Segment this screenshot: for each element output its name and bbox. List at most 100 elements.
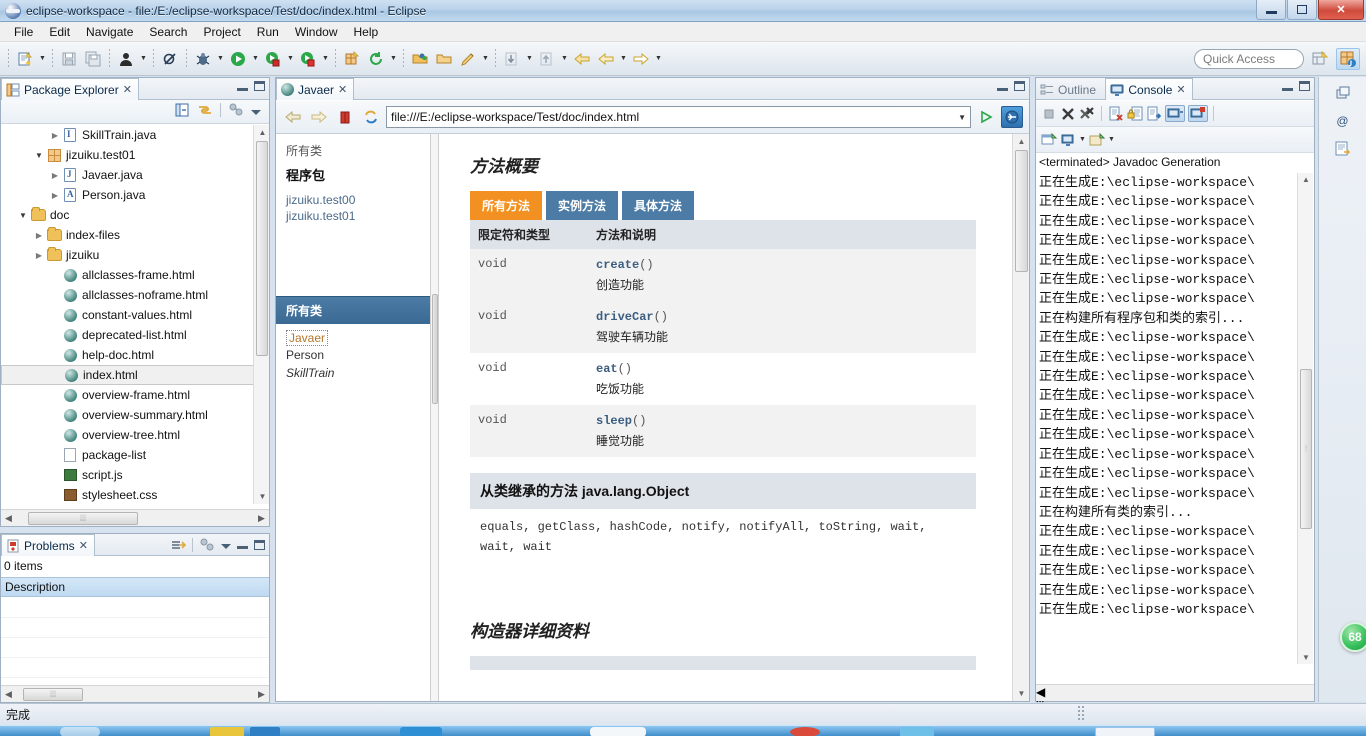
scroll-down-arrow-icon[interactable]: ▼	[1015, 688, 1028, 699]
focus-on-selection-icon[interactable]	[170, 538, 186, 552]
taskbar-item-icon[interactable]	[250, 727, 280, 736]
tree-item-index-html[interactable]: index.html	[1, 365, 269, 385]
minimize-button[interactable]	[1256, 0, 1286, 20]
chevron-down-icon[interactable]: ▼	[958, 113, 966, 122]
menu-item-window[interactable]: Window	[287, 23, 346, 41]
tree-item-person-java[interactable]: ▶ A Person.java	[1, 185, 269, 205]
java-perspective-icon[interactable]	[1336, 48, 1360, 70]
restore-outline-icon[interactable]	[1330, 81, 1356, 105]
open-external-browser-icon[interactable]	[1001, 106, 1023, 128]
method-name-link[interactable]: create	[596, 258, 639, 272]
user-dropdown-icon[interactable]: ▼	[138, 48, 149, 70]
quick-access-input[interactable]: Quick Access	[1194, 49, 1304, 69]
maximize-icon[interactable]	[254, 81, 265, 91]
open-perspective-icon[interactable]	[1308, 48, 1332, 70]
chevron-down-icon[interactable]: ▼	[17, 205, 29, 225]
tree-item-jizuiku-test01[interactable]: ▼ jizuiku.test01	[1, 145, 269, 165]
tree-item-overview-summary-html[interactable]: overview-summary.html	[1, 405, 269, 425]
taskbar-item-icon[interactable]	[790, 727, 820, 736]
package-explorer-tree[interactable]: ▶ I SkillTrain.java ▼ jizuiku.test01 ▶ J Javaer…	[1, 125, 269, 504]
taskbar-start-icon[interactable]	[60, 727, 100, 736]
menu-item-run[interactable]: Run	[249, 23, 287, 41]
chevron-right-icon[interactable]: ▶	[49, 185, 61, 205]
view-menu-icon[interactable]	[221, 544, 231, 549]
coverage-icon[interactable]	[297, 48, 319, 70]
maximize-icon[interactable]	[254, 539, 265, 550]
external-tools-dropdown-icon[interactable]: ▼	[285, 48, 296, 70]
close-icon[interactable]: ✕	[1176, 83, 1185, 96]
chevron-right-icon[interactable]: ▶	[49, 125, 61, 145]
search-pencil-icon[interactable]	[457, 48, 479, 70]
show-console-on-output-icon[interactable]	[1146, 106, 1162, 122]
method-name-link[interactable]: sleep	[596, 414, 632, 428]
close-icon[interactable]: ✕	[79, 539, 88, 552]
link-with-editor-icon[interactable]	[197, 102, 213, 118]
forward-history-icon[interactable]	[595, 48, 617, 70]
forward-icon[interactable]	[630, 48, 652, 70]
url-input[interactable]: file:///E:/eclipse-workspace/Test/doc/in…	[386, 106, 971, 128]
javadoc-package-link[interactable]: jizuiku.test00	[276, 192, 430, 208]
at-sign-icon[interactable]: @	[1330, 109, 1356, 133]
display-selected-console-icon[interactable]	[1188, 105, 1208, 122]
new-console-view-icon[interactable]	[1041, 132, 1057, 148]
terminate-icon[interactable]	[1041, 106, 1057, 122]
run-icon[interactable]	[227, 48, 249, 70]
tree-item-skilltrain-java[interactable]: ▶ I SkillTrain.java	[1, 125, 269, 145]
tree-item-doc[interactable]: ▼ doc	[1, 205, 269, 225]
tab-concrete-methods[interactable]: 具体方法	[622, 191, 695, 220]
maximize-icon[interactable]	[1014, 81, 1025, 91]
close-button[interactable]: ✕	[1318, 0, 1364, 20]
menu-item-navigate[interactable]: Navigate	[78, 23, 141, 41]
scroll-down-arrow-icon[interactable]: ▼	[257, 491, 268, 502]
maximize-icon[interactable]	[1299, 81, 1310, 91]
new-wizard-dropdown-icon[interactable]: ▼	[37, 48, 48, 70]
tree-item-allclasses-frame-html[interactable]: allclasses-frame.html	[1, 265, 269, 285]
stop-icon[interactable]	[334, 106, 356, 128]
collapse-all-icon[interactable]	[174, 102, 190, 118]
method-name-link[interactable]: driveCar	[596, 310, 654, 324]
new-wizard-icon[interactable]	[14, 48, 36, 70]
vscroll-thumb[interactable]	[256, 141, 268, 356]
pencil-dropdown-icon[interactable]: ▼	[480, 48, 491, 70]
javadoc-class-link-javaer[interactable]: Javaer	[286, 330, 329, 346]
tab-problems[interactable]: Problems ✕	[1, 534, 95, 556]
taskbar-item-icon[interactable]	[1095, 727, 1155, 736]
vscroll-thumb[interactable]: ⦙	[1300, 369, 1312, 529]
minimize-icon[interactable]	[1282, 87, 1293, 91]
menu-item-help[interactable]: Help	[346, 23, 387, 41]
back-icon[interactable]	[571, 48, 593, 70]
forward-icon[interactable]	[308, 106, 330, 128]
chevron-down-icon[interactable]: ▼	[33, 145, 45, 165]
chevron-down-icon[interactable]: ▼	[1079, 136, 1086, 143]
tree-item-constant-values-html[interactable]: constant-values.html	[1, 305, 269, 325]
scroll-left-arrow-icon[interactable]: ◀	[1036, 685, 1314, 699]
chevron-right-icon[interactable]: ▶	[33, 225, 45, 245]
scroll-left-arrow-icon[interactable]: ◀	[3, 689, 14, 700]
scroll-up-arrow-icon[interactable]: ▲	[257, 127, 268, 138]
tree-item-overview-tree-html[interactable]: overview-tree.html	[1, 425, 269, 445]
clear-console-icon[interactable]	[1108, 106, 1124, 122]
tree-item-deprecated-list-html[interactable]: deprecated-list.html	[1, 325, 269, 345]
status-badge[interactable]: 68	[1340, 622, 1366, 652]
tree-item-script-js[interactable]: script.js	[1, 465, 269, 485]
hscroll-thumb[interactable]: ⦙⦙⦙	[28, 512, 138, 525]
package-explorer-vscrollbar[interactable]: ▲ ▼	[253, 125, 269, 504]
close-icon[interactable]: ✕	[123, 83, 132, 96]
taskbar-item-icon[interactable]	[900, 727, 934, 736]
next-annotation-icon[interactable]	[501, 48, 523, 70]
console-hscrollbar[interactable]: ◀ ⦙⦙⦙ ▶	[1036, 684, 1314, 728]
tree-item-help-doc-html[interactable]: help-doc.html	[1, 345, 269, 365]
tab-all-methods[interactable]: 所有方法	[470, 191, 543, 220]
console-output[interactable]: 正在生成E:\eclipse-workspace\ 正在生成E:\eclipse-…	[1036, 173, 1314, 681]
problems-column-description[interactable]: Description	[1, 577, 269, 597]
back-dropdown-icon[interactable]: ▼	[618, 48, 629, 70]
taskbar-item-icon[interactable]	[210, 727, 244, 736]
javadoc-frame-splitter[interactable]	[431, 134, 439, 701]
javadoc-package-link[interactable]: jizuiku.test01	[276, 208, 430, 224]
user-icon[interactable]	[115, 48, 137, 70]
minimize-icon[interactable]	[237, 546, 248, 549]
menu-item-edit[interactable]: Edit	[41, 23, 78, 41]
menu-item-project[interactable]: Project	[195, 23, 248, 41]
new-java-project-icon[interactable]	[341, 48, 363, 70]
scroll-right-arrow-icon[interactable]: ▶	[256, 513, 267, 524]
